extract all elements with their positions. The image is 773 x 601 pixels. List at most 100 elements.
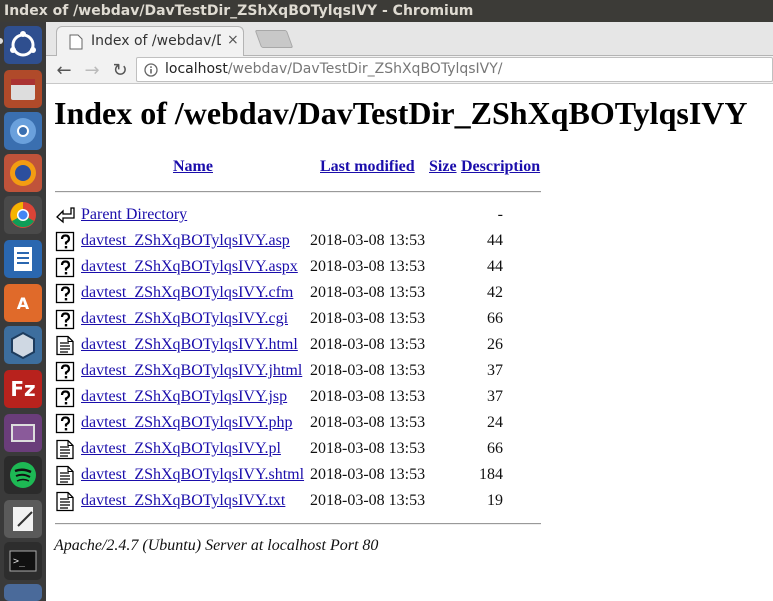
file-name-link[interactable]: davtest_ZShXqBOTylqsIVY.jhtml	[81, 362, 302, 380]
page-content: Index of /webdav/DavTestDir_ZShXqBOTylqs…	[46, 85, 773, 601]
svg-text:>_: >_	[13, 556, 26, 567]
unknown-file-icon	[55, 257, 75, 278]
file-name-link[interactable]: davtest_ZShXqBOTylqsIVY.aspx	[81, 258, 298, 276]
file-modified: 2018-03-08 13:53	[310, 258, 426, 275]
file-size: 66	[487, 440, 503, 457]
parent-directory-row: Parent Directory -	[55, 204, 535, 226]
tab-title: Index of /webdav/D	[91, 33, 221, 49]
back-button[interactable]: ←	[52, 58, 76, 82]
file-size: 37	[487, 388, 503, 405]
file-size: 19	[487, 492, 503, 509]
text-file-icon	[56, 465, 74, 486]
file-name-link[interactable]: davtest_ZShXqBOTylqsIVY.asp	[81, 232, 290, 250]
file-name-link[interactable]: davtest_ZShXqBOTylqsIVY.shtml	[81, 466, 304, 484]
server-signature: Apache/2.4.7 (Ubuntu) Server at localhos…	[54, 537, 379, 554]
chromium-icon	[10, 118, 36, 144]
back-arrow-icon	[56, 207, 75, 224]
text-file-icon	[56, 491, 74, 512]
launcher-chrome[interactable]	[4, 196, 42, 234]
launcher-ubuntu-dash[interactable]	[4, 26, 42, 64]
file-row: davtest_ZShXqBOTylqsIVY.aspx 2018-03-08 1…	[55, 256, 535, 278]
launcher-libreoffice-writer[interactable]	[4, 240, 42, 278]
address-bar[interactable]: localhost/webdav/DavTestDir_ZShXqBOTylqs…	[136, 57, 773, 82]
files-icon	[11, 79, 35, 100]
file-name-link[interactable]: davtest_ZShXqBOTylqsIVY.jsp	[81, 388, 287, 406]
file-modified: 2018-03-08 13:53	[310, 492, 426, 509]
file-row: davtest_ZShXqBOTylqsIVY.php 2018-03-08 13…	[55, 412, 535, 434]
url-text: localhost/webdav/DavTestDir_ZShXqBOTylqs…	[165, 61, 503, 77]
url-host: localhost	[165, 61, 228, 77]
launcher-text-editor[interactable]	[4, 500, 42, 538]
text-file-icon	[56, 335, 74, 356]
forward-button[interactable]: →	[80, 58, 104, 82]
page-icon	[69, 34, 83, 50]
file-name-link[interactable]: davtest_ZShXqBOTylqsIVY.txt	[81, 492, 285, 510]
file-modified: 2018-03-08 13:53	[310, 336, 426, 353]
file-row: davtest_ZShXqBOTylqsIVY.jsp 2018-03-08 13…	[55, 386, 535, 408]
file-modified: 2018-03-08 13:53	[310, 362, 426, 379]
file-modified: 2018-03-08 13:53	[310, 232, 426, 249]
launcher-chromium[interactable]	[4, 112, 42, 150]
file-name-link[interactable]: davtest_ZShXqBOTylqsIVY.php	[81, 414, 292, 432]
info-icon	[144, 63, 158, 77]
file-row: davtest_ZShXqBOTylqsIVY.shtml 2018-03-08 …	[55, 464, 535, 486]
launcher-pip	[0, 38, 3, 44]
file-name-link[interactable]: davtest_ZShXqBOTylqsIVY.html	[81, 336, 298, 354]
file-modified: 2018-03-08 13:53	[310, 388, 426, 405]
parent-directory-link[interactable]: Parent Directory	[81, 206, 187, 224]
column-header-description[interactable]: Description	[461, 158, 540, 176]
browser-toolbar: ← → ↻ localhost/webdav/DavTestDir_ZShXqB…	[46, 56, 773, 84]
launcher-virtualbox[interactable]	[4, 326, 42, 364]
tab-active[interactable]: Index of /webdav/D ×	[56, 26, 244, 57]
text-file-icon	[56, 439, 74, 460]
file-row: davtest_ZShXqBOTylqsIVY.html 2018-03-08 1…	[55, 334, 535, 356]
unknown-file-icon	[55, 231, 75, 252]
video-icon	[11, 424, 35, 442]
launcher-spotify[interactable]	[4, 456, 42, 494]
file-name-link[interactable]: davtest_ZShXqBOTylqsIVY.cgi	[81, 310, 288, 328]
parent-directory-size: -	[497, 206, 503, 223]
column-header-last-modified[interactable]: Last modified	[320, 158, 415, 176]
tab-close-icon[interactable]: ×	[227, 32, 239, 48]
file-size: 26	[487, 336, 503, 353]
file-size: 37	[487, 362, 503, 379]
file-row: davtest_ZShXqBOTylqsIVY.pl 2018-03-08 13:…	[55, 438, 535, 460]
unknown-file-icon	[55, 361, 75, 382]
unknown-file-icon	[55, 309, 75, 330]
launcher-firefox[interactable]	[4, 154, 42, 192]
file-row: davtest_ZShXqBOTylqsIVY.cfm 2018-03-08 13…	[55, 282, 535, 304]
unknown-file-icon	[55, 387, 75, 408]
file-size: 42	[487, 284, 503, 301]
file-size: 44	[487, 232, 503, 249]
tab-strip: Index of /webdav/D ×	[46, 22, 773, 57]
launcher: A Fz >_	[0, 22, 46, 601]
software-center-icon: A	[16, 293, 30, 313]
launcher-more[interactable]	[4, 584, 42, 601]
file-modified: 2018-03-08 13:53	[310, 414, 426, 431]
new-tab-button[interactable]	[254, 30, 294, 48]
reload-button[interactable]: ↻	[108, 58, 132, 82]
chrome-icon	[10, 202, 36, 228]
writer-icon	[14, 247, 32, 271]
page-title: Index of /webdav/DavTestDir_ZShXqBOTylqs…	[54, 95, 748, 131]
file-modified: 2018-03-08 13:53	[310, 466, 426, 483]
column-header-size[interactable]: Size	[429, 158, 457, 176]
launcher-software-center[interactable]: A	[4, 284, 42, 322]
ubuntu-logo-icon	[10, 31, 36, 57]
unknown-file-icon	[55, 413, 75, 434]
file-modified: 2018-03-08 13:53	[310, 440, 426, 457]
file-name-link[interactable]: davtest_ZShXqBOTylqsIVY.cfm	[81, 284, 293, 302]
file-row: davtest_ZShXqBOTylqsIVY.cgi 2018-03-08 13…	[55, 308, 535, 330]
launcher-filezilla[interactable]: Fz	[4, 370, 42, 408]
file-name-link[interactable]: davtest_ZShXqBOTylqsIVY.pl	[81, 440, 281, 458]
launcher-terminal[interactable]: >_	[4, 542, 42, 580]
file-size: 66	[487, 310, 503, 327]
terminal-icon: >_	[9, 550, 37, 572]
launcher-files[interactable]	[4, 70, 42, 108]
url-path: /webdav/DavTestDir_ZShXqBOTylqsIVY/	[227, 61, 503, 77]
window-title: Index of /webdav/DavTestDir_ZShXqBOTylqs…	[0, 0, 773, 22]
unknown-file-icon	[55, 283, 75, 304]
file-modified: 2018-03-08 13:53	[310, 284, 426, 301]
column-header-name[interactable]: Name	[173, 158, 213, 176]
launcher-video[interactable]	[4, 414, 42, 452]
